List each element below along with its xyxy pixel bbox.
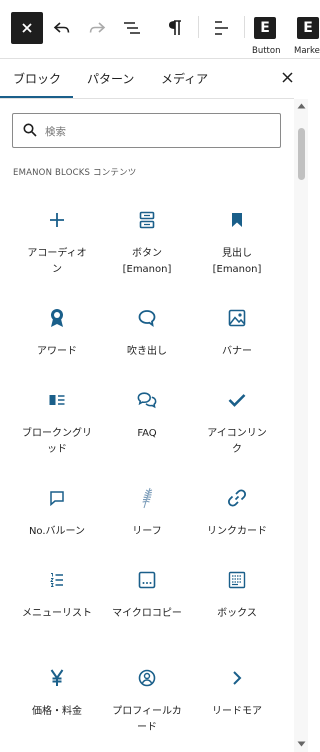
- block-label: 価格・料金: [32, 706, 82, 717]
- award-icon: [47, 308, 67, 328]
- block-item-no-balloon[interactable]: No.バルーン: [12, 474, 102, 566]
- tab-blocks[interactable]: ブロック: [13, 70, 61, 87]
- undo-icon: [53, 22, 70, 33]
- check-icon: [227, 390, 247, 410]
- block-label: リンクカード: [207, 526, 267, 537]
- block-label: アワード: [37, 346, 77, 357]
- box-icon: [227, 570, 247, 590]
- block-label: ブロークングリッド: [22, 428, 92, 455]
- redo-icon: [89, 22, 106, 33]
- search-input[interactable]: 検索: [45, 124, 66, 139]
- block-item-leaf[interactable]: リーフ: [102, 474, 192, 566]
- block-item-button[interactable]: ボタン [Emanon]: [102, 196, 192, 288]
- block-item-accordion[interactable]: アコーディオン: [12, 196, 102, 288]
- plus-icon: [47, 210, 67, 230]
- block-label: ボタン [Emanon]: [122, 248, 172, 275]
- inserter-tabs: ブロック パターン メディア: [0, 59, 320, 99]
- block-item-speech-bubble[interactable]: 吹き出し: [102, 294, 192, 386]
- emanon-marker-label: Marke: [294, 46, 320, 56]
- block-item-link-card[interactable]: リンクカード: [192, 474, 282, 566]
- comment-icon: [47, 488, 67, 508]
- e-logo-icon: E: [254, 17, 276, 39]
- block-item-profile-card[interactable]: プロフィールカード: [102, 654, 192, 746]
- close-inserter-button[interactable]: [11, 12, 43, 44]
- e-logo-icon: E: [297, 17, 319, 39]
- close-icon: [22, 23, 32, 33]
- block-search-field[interactable]: 検索: [12, 113, 281, 148]
- close-panel-button[interactable]: [278, 68, 296, 86]
- block-item-heading[interactable]: 見出し [Emanon]: [192, 196, 282, 288]
- editor-toolbar: E Button E Marke: [0, 0, 320, 58]
- block-item-icon-link[interactable]: アイコンリンク: [192, 376, 282, 468]
- section-title: EMANON BLOCKS コンテンツ: [13, 168, 137, 178]
- block-label: メニューリスト: [22, 608, 92, 619]
- search-icon: [23, 123, 37, 137]
- align-button[interactable]: [205, 12, 237, 44]
- toolbar-divider: [244, 16, 245, 38]
- micro-copy-icon: [137, 570, 157, 590]
- block-label: プロフィールカード: [112, 706, 182, 733]
- block-label: リーフ: [132, 526, 162, 537]
- block-label: No.バルーン: [28, 526, 86, 537]
- block-label: バナー: [222, 346, 252, 357]
- block-item-menu-list[interactable]: メニューリスト: [12, 556, 102, 648]
- undo-button[interactable]: [46, 12, 78, 44]
- leaf-icon: [137, 487, 157, 509]
- block-item-faq[interactable]: FAQ: [102, 376, 192, 468]
- block-item-broken-grid[interactable]: ブロークングリッド: [12, 376, 102, 468]
- toolbar-divider: [198, 16, 199, 38]
- block-item-micro-copy[interactable]: マイクロコピー: [102, 556, 192, 648]
- block-item-read-more[interactable]: リードモア: [192, 654, 282, 746]
- scroll-down-arrow-icon[interactable]: [297, 741, 306, 747]
- faq-icon: [137, 390, 157, 410]
- block-label: リードモア: [212, 706, 262, 717]
- scrollbar-track[interactable]: [294, 99, 308, 752]
- numbered-list-icon: [47, 570, 67, 590]
- paragraph-button[interactable]: [159, 12, 191, 44]
- list-view-icon: [124, 22, 140, 34]
- block-item-price[interactable]: 価格・料金: [12, 654, 102, 746]
- block-label: FAQ: [137, 428, 157, 439]
- chevron-right-icon: [227, 668, 247, 688]
- tabs-divider: [0, 98, 294, 99]
- profile-icon: [137, 668, 157, 688]
- tab-media[interactable]: メディア: [161, 70, 208, 87]
- block-item-banner[interactable]: バナー: [192, 294, 282, 386]
- align-icon: [215, 21, 228, 35]
- close-icon: [281, 71, 293, 83]
- emanon-button-label: Button: [252, 46, 281, 56]
- image-icon: [227, 308, 247, 328]
- redo-button[interactable]: [81, 12, 113, 44]
- link-icon: [227, 488, 247, 508]
- paragraph-icon: [169, 20, 181, 35]
- block-label: アイコンリンク: [207, 428, 267, 455]
- block-label: 吹き出し: [127, 346, 167, 357]
- block-label: アコーディオン: [27, 248, 87, 275]
- scrollbar-thumb[interactable]: [298, 128, 305, 180]
- yen-icon: [47, 668, 67, 688]
- scroll-up-arrow-icon[interactable]: [297, 103, 306, 109]
- block-list-icon: [47, 390, 67, 410]
- emanon-marker-block[interactable]: E: [292, 12, 320, 44]
- block-item-award[interactable]: アワード: [12, 294, 102, 386]
- block-label: 見出し [Emanon]: [212, 248, 262, 275]
- block-label: マイクロコピー: [112, 608, 182, 619]
- list-view-button[interactable]: [116, 12, 148, 44]
- tab-patterns[interactable]: パターン: [87, 70, 134, 87]
- speech-bubble-icon: [137, 308, 157, 328]
- emanon-button-block[interactable]: E: [249, 12, 281, 44]
- block-label: ボックス: [217, 608, 257, 619]
- button-icon: [137, 210, 157, 230]
- bookmark-icon: [227, 210, 247, 230]
- block-item-box[interactable]: ボックス: [192, 556, 282, 648]
